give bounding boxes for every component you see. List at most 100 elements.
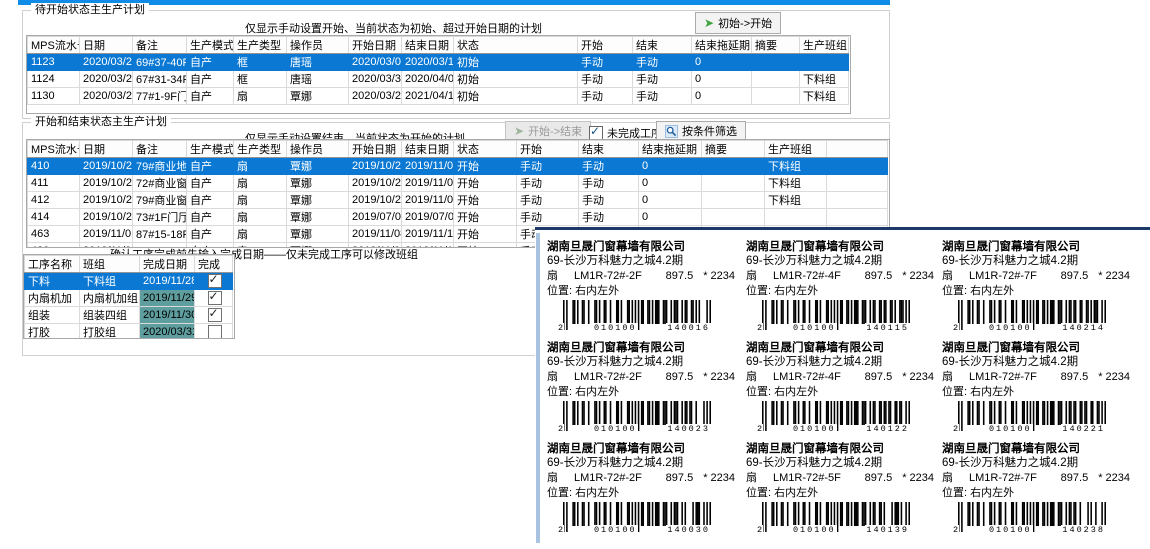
column-header[interactable]: 备注 xyxy=(133,37,187,54)
cell[interactable]: 手动 xyxy=(517,175,579,192)
cell[interactable]: 唐瑶 xyxy=(287,71,349,88)
finish_date-cell[interactable]: 2019/11/29 xyxy=(140,290,195,307)
cell[interactable]: 2019/10/24 xyxy=(349,175,402,192)
cell[interactable]: 开始 xyxy=(454,209,517,226)
cell[interactable]: 87#15-18F窗扇 xyxy=(133,226,187,243)
cell[interactable]: 开始 xyxy=(454,192,517,209)
cell[interactable]: 2019/10/24 xyxy=(349,158,402,175)
cell[interactable]: 扇 xyxy=(234,226,287,243)
done-cell[interactable] xyxy=(195,273,233,290)
cell[interactable]: 覃娜 xyxy=(287,226,349,243)
table-row[interactable]: 4102019/10/2479#商业地弹...自产扇覃娜2019/10/2420… xyxy=(28,158,888,175)
process-cell[interactable]: 内扇机加 xyxy=(25,290,80,307)
cell[interactable]: 手动 xyxy=(633,88,692,105)
cell[interactable]: 手动 xyxy=(517,209,579,226)
cell[interactable]: 手动 xyxy=(517,192,579,209)
cell[interactable] xyxy=(752,88,800,105)
cell[interactable]: 手动 xyxy=(578,71,633,88)
cell[interactable]: 覃娜 xyxy=(287,192,349,209)
done-checkbox[interactable] xyxy=(208,291,222,305)
cell[interactable]: 410 xyxy=(28,158,80,175)
table-row[interactable]: 4112019/10/2472#商业窗扇自产扇覃娜2019/10/242019/… xyxy=(28,175,888,192)
cell[interactable]: 2019/11/02 xyxy=(402,192,454,209)
cell[interactable]: 框 xyxy=(234,71,287,88)
cell[interactable]: 2020/04/07 xyxy=(402,71,454,88)
cell[interactable]: 扇 xyxy=(234,88,287,105)
cell[interactable] xyxy=(702,209,765,226)
panel-left-scrollbar[interactable] xyxy=(536,233,540,543)
cell[interactable]: 2019/10/24 xyxy=(80,209,133,226)
column-header[interactable]: MPS流水号 xyxy=(28,141,80,158)
column-header[interactable]: 结束日期 xyxy=(402,37,454,54)
table-row[interactable]: 下料下料组2019/11/28 xyxy=(25,273,233,290)
table-row[interactable]: 4142019/10/2473#1F门厅窗扇自产扇覃娜2019/07/05201… xyxy=(28,209,888,226)
cell[interactable]: 手动 xyxy=(578,54,633,71)
cell[interactable]: 初始 xyxy=(454,54,578,71)
cell[interactable]: 412 xyxy=(28,192,80,209)
start-to-end-button[interactable]: ➤ 开始->结束 xyxy=(505,121,591,141)
table-row[interactable]: 组装组装四组2019/11/30 xyxy=(25,307,233,324)
done-checkbox[interactable] xyxy=(208,325,222,339)
cell[interactable]: 初始 xyxy=(454,71,578,88)
cell[interactable]: 覃娜 xyxy=(287,175,349,192)
cell[interactable]: 2020/03/26 xyxy=(80,71,133,88)
group-cell[interactable]: 下料组 xyxy=(80,273,140,290)
column-header[interactable]: 完成 xyxy=(195,256,233,273)
column-header[interactable]: 结束日期 xyxy=(402,141,454,158)
column-header[interactable]: 操作员 xyxy=(287,141,349,158)
cell[interactable]: 自产 xyxy=(187,158,234,175)
cell[interactable]: 手动 xyxy=(517,158,579,175)
cell[interactable]: 手动 xyxy=(579,158,639,175)
column-header[interactable]: 操作员 xyxy=(287,37,349,54)
cell[interactable]: 下料组 xyxy=(765,175,827,192)
cell[interactable]: 2019/11/02 xyxy=(402,158,454,175)
cell[interactable]: 手动 xyxy=(579,209,639,226)
cell[interactable]: 0 xyxy=(692,71,752,88)
cell[interactable]: 覃娜 xyxy=(287,88,349,105)
column-header[interactable]: MPS流水号 xyxy=(28,37,80,54)
cell[interactable] xyxy=(702,158,765,175)
cell[interactable]: 414 xyxy=(28,209,80,226)
cell[interactable]: 开始 xyxy=(454,175,517,192)
column-header[interactable]: 摘要 xyxy=(752,37,800,54)
column-header[interactable]: 状态 xyxy=(454,141,517,158)
cell[interactable]: 2019/11/18 xyxy=(402,226,454,243)
cell[interactable]: 2019/11/02 xyxy=(402,175,454,192)
column-header[interactable]: 结束拖延期 xyxy=(639,141,702,158)
process-cell[interactable]: 打胶 xyxy=(25,324,80,340)
cell[interactable]: 0 xyxy=(692,54,752,71)
cell[interactable]: 79#商业地弹... xyxy=(133,158,187,175)
cell[interactable]: 2019/10/24 xyxy=(80,175,133,192)
cell[interactable]: 下料组 xyxy=(765,158,827,175)
column-header[interactable]: 备注 xyxy=(133,141,187,158)
cell[interactable]: 411 xyxy=(28,175,80,192)
cell[interactable]: 0 xyxy=(639,209,702,226)
column-header[interactable]: 工序名称 xyxy=(25,256,80,273)
cell[interactable]: 自产 xyxy=(187,226,234,243)
column-header[interactable]: 班组 xyxy=(80,256,140,273)
cell[interactable]: 1123 xyxy=(28,54,80,71)
cell[interactable]: 73#1F门厅窗扇 xyxy=(133,209,187,226)
cell[interactable]: 扇 xyxy=(234,175,287,192)
table-row[interactable]: 11232020/03/2669#37-40F门框自产框唐瑶2020/03/02… xyxy=(28,54,849,71)
cell[interactable]: 2020/03/27 xyxy=(80,88,133,105)
column-header[interactable]: 生产模式 xyxy=(187,37,234,54)
done-checkbox[interactable] xyxy=(208,274,222,288)
cell[interactable] xyxy=(752,71,800,88)
done-cell[interactable] xyxy=(195,307,233,324)
init-to-start-button[interactable]: ➤ 初始->开始 xyxy=(695,12,781,34)
table-row[interactable]: 内扇机加内扇机加组2019/11/29 xyxy=(25,290,233,307)
done-cell[interactable] xyxy=(195,290,233,307)
cell[interactable]: 1124 xyxy=(28,71,80,88)
cell[interactable]: 2019/11/18 xyxy=(402,243,454,249)
finish_date-cell[interactable]: 2020/03/31 xyxy=(140,324,195,340)
cell[interactable]: 2020/03/02 xyxy=(349,54,402,71)
cell[interactable]: 2020/03/26 xyxy=(80,54,133,71)
cell[interactable]: 下料组 xyxy=(800,88,849,105)
cell[interactable]: 手动 xyxy=(579,192,639,209)
cell[interactable]: 扇 xyxy=(234,209,287,226)
cell[interactable]: 自产 xyxy=(187,175,234,192)
cell[interactable]: 2020/03/27 xyxy=(349,88,402,105)
column-header[interactable]: 生产班组 xyxy=(765,141,827,158)
cell[interactable]: 覃娜 xyxy=(287,209,349,226)
